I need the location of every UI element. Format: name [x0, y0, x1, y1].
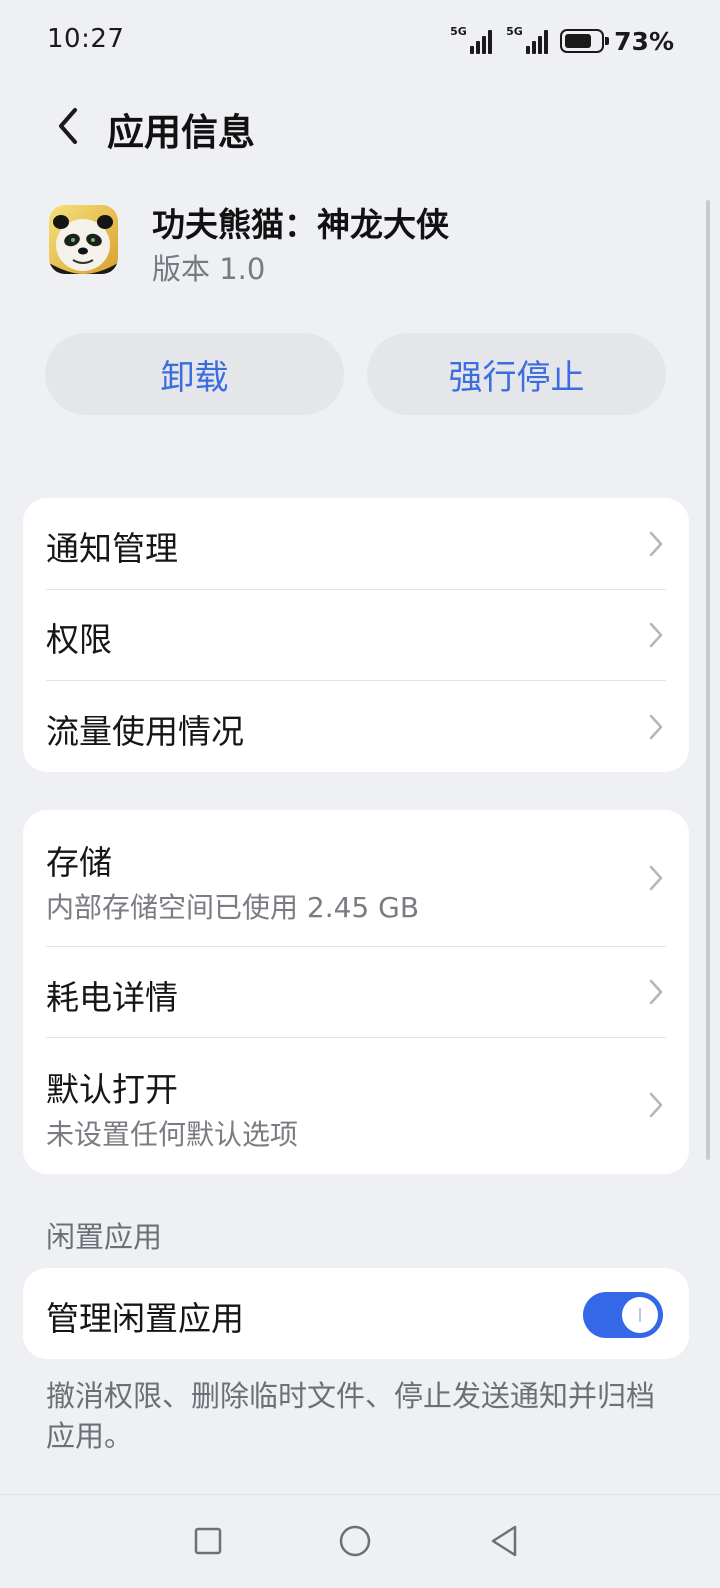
app-version: 版本 1.0: [152, 252, 266, 286]
idle-description: 撤消权限、删除临时文件、停止发送通知并归档应用。: [46, 1379, 656, 1453]
back-nav-button[interactable]: [476, 1513, 532, 1569]
signal-icon: 5G: [506, 25, 549, 54]
row-sublabel: 未设置任何默认选项: [46, 1118, 299, 1151]
battery-percent: 73%: [614, 26, 674, 56]
triangle-back-icon: [491, 1525, 517, 1557]
square-icon: [194, 1527, 222, 1555]
status-icons: 5G 5G 73%: [450, 24, 674, 58]
chevron-right-icon: [649, 622, 663, 648]
app-name: 功夫熊猫：神龙大侠: [152, 205, 449, 244]
chevron-right-icon: [649, 865, 663, 891]
battery-usage-row[interactable]: 耗电详情: [23, 946, 689, 1037]
data-usage-row[interactable]: 流量使用情况: [23, 680, 689, 772]
manage-idle-apps-row: 管理闲置应用: [23, 1268, 689, 1359]
open-by-default-row[interactable]: 默认打开 未设置任何默认选项: [23, 1037, 689, 1174]
signal-icon: 5G: [450, 25, 493, 54]
scrollbar[interactable]: [706, 200, 710, 1160]
navigation-bar: [0, 1494, 720, 1588]
back-button[interactable]: [44, 100, 92, 152]
row-label: 管理闲置应用: [46, 1299, 244, 1338]
force-stop-button[interactable]: 强行停止: [367, 333, 666, 415]
chevron-right-icon: [649, 979, 663, 1005]
storage-row[interactable]: 存储 内部存储空间已使用 2.45 GB: [23, 810, 689, 946]
signal-label: 5G: [450, 25, 467, 38]
row-label: 流量使用情况: [46, 712, 244, 751]
section-label: 闲置应用: [46, 1220, 163, 1254]
page-title: 应用信息: [107, 111, 255, 154]
row-label: 存储: [46, 843, 112, 882]
chevron-left-icon: [59, 108, 77, 144]
chevron-right-icon: [649, 531, 663, 557]
row-sublabel: 内部存储空间已使用 2.45 GB: [46, 891, 420, 924]
uninstall-button[interactable]: 卸载: [45, 333, 344, 415]
signal-label: 5G: [506, 25, 523, 38]
row-label: 通知管理: [46, 529, 178, 568]
permissions-row[interactable]: 权限: [23, 589, 689, 680]
status-time: 10:27: [47, 24, 125, 54]
chevron-right-icon: [649, 714, 663, 740]
row-label: 默认打开: [46, 1070, 178, 1109]
row-label: 权限: [46, 620, 112, 659]
manage-idle-apps-toggle[interactable]: [583, 1292, 663, 1338]
notification-management-row[interactable]: 通知管理: [23, 498, 689, 589]
settings-group-2: 存储 内部存储空间已使用 2.45 GB 耗电详情 默认打开 未设置任何默认选项: [23, 810, 689, 1174]
panda-app-icon: [49, 205, 118, 274]
settings-group-1: 通知管理 权限 流量使用情况: [23, 498, 689, 772]
row-label: 耗电详情: [46, 978, 178, 1017]
battery-icon: [560, 29, 610, 53]
recent-apps-button[interactable]: [180, 1513, 236, 1569]
home-button[interactable]: [327, 1513, 383, 1569]
circle-icon: [339, 1525, 371, 1557]
status-bar: 10:27 5G 5G 73%: [0, 0, 720, 84]
chevron-right-icon: [649, 1092, 663, 1118]
settings-group-idle: 管理闲置应用: [23, 1268, 689, 1359]
